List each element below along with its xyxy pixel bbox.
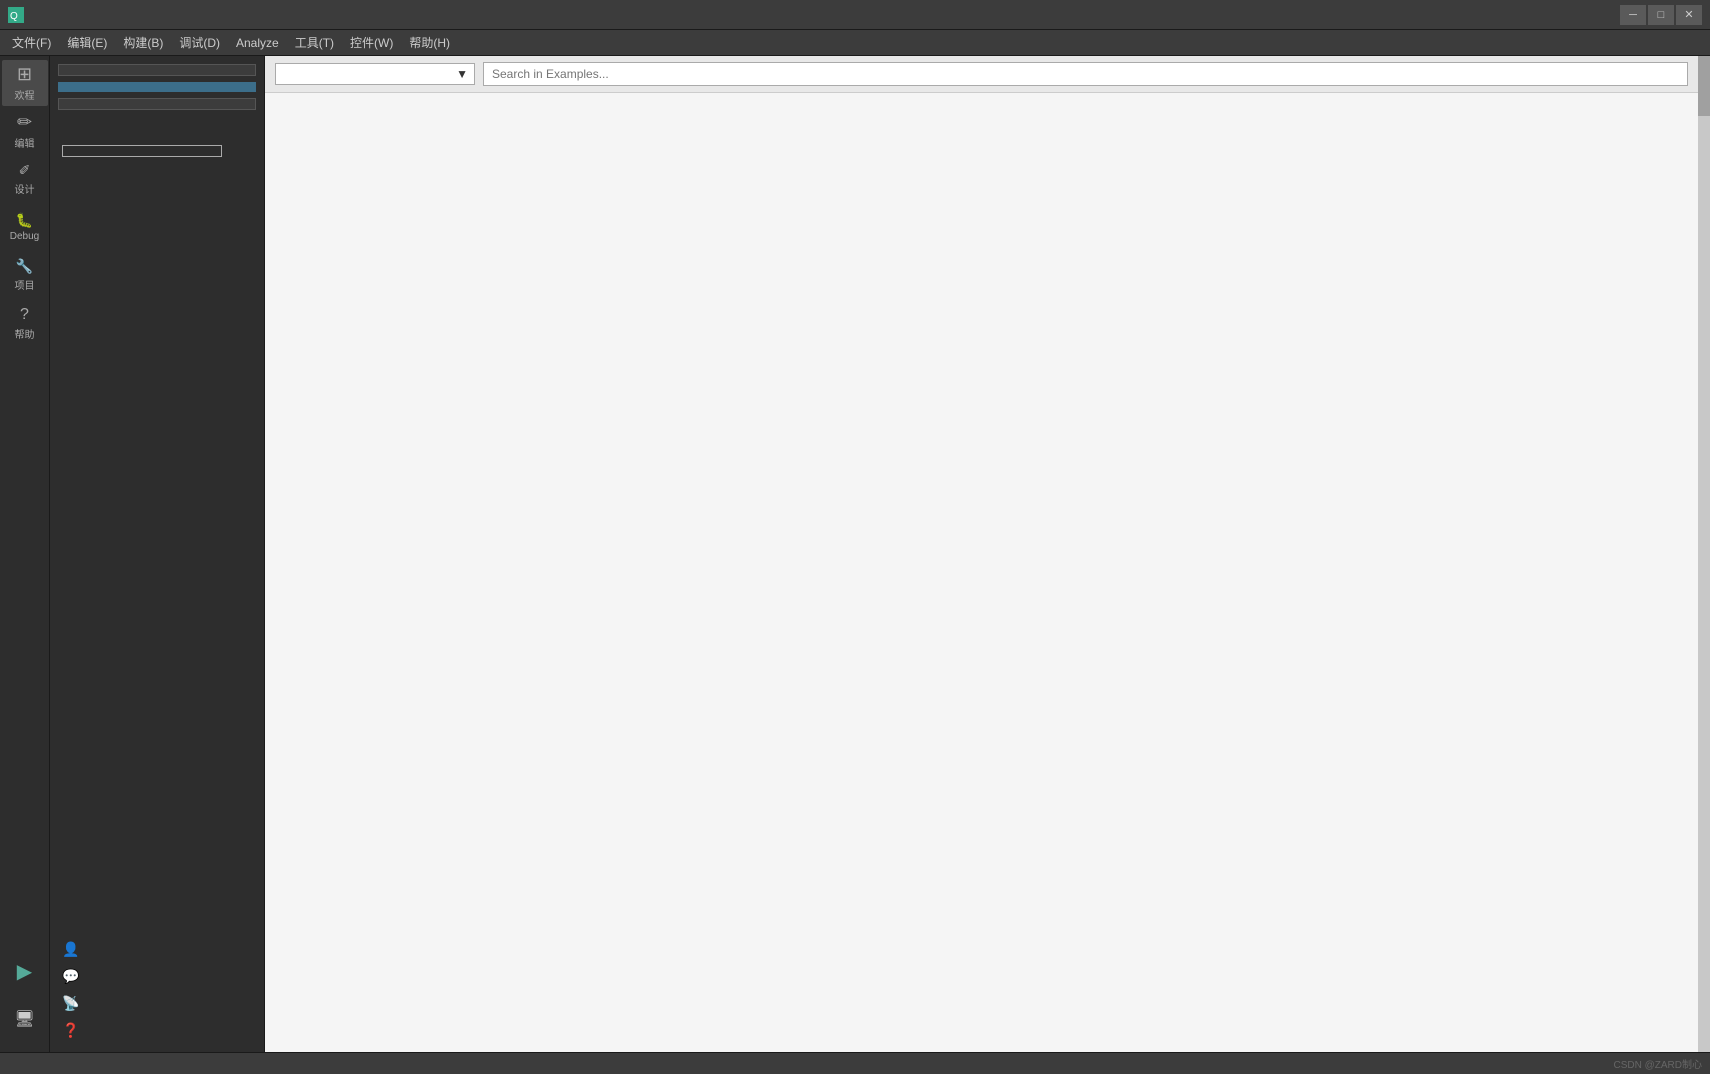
help-icon: ?: [20, 306, 29, 324]
sidebar-item-projects[interactable]: 🔧 项目: [2, 252, 48, 298]
qt-account-link[interactable]: 👤: [58, 936, 256, 963]
status-bar: CSDN @ZARD制心: [0, 1052, 1710, 1074]
app-icon: Q: [8, 7, 24, 23]
community-icon: 💬: [62, 968, 79, 985]
new-to-qt-section: [58, 128, 256, 157]
menu-build[interactable]: 构建(B): [115, 31, 171, 54]
sidebar-item-welcome[interactable]: ⊞ 欢程: [2, 60, 48, 106]
welcome-icon: ⊞: [17, 64, 32, 85]
user-guide-icon: ❓: [62, 1022, 79, 1039]
run-icon: ▶: [17, 959, 32, 984]
examples-section[interactable]: [58, 82, 256, 92]
edit-label: 编辑: [15, 135, 35, 150]
debug-icon: 🐛: [16, 212, 33, 229]
debug-label: Debug: [10, 231, 39, 242]
sidebar-item-debug[interactable]: 🐛 Debug: [2, 204, 48, 250]
blogs-icon: 📡: [62, 995, 79, 1012]
projects-label: 项目: [15, 277, 35, 292]
menu-controls[interactable]: 控件(W): [342, 31, 401, 54]
window-controls: ─ □ ✕: [1620, 5, 1702, 25]
sidebar-item-edit[interactable]: ✏ 编辑: [2, 108, 48, 154]
scrollbar-thumb[interactable]: [1698, 56, 1710, 116]
projects-button[interactable]: [58, 64, 256, 76]
sidebar-bottom: ▶ 🖥: [2, 948, 48, 1052]
content-topbar: ▼: [265, 56, 1698, 93]
titlebar: Q ─ □ ✕: [0, 0, 1710, 30]
left-panel: 👤 💬 📡 ❓: [50, 56, 265, 1052]
chevron-down-icon: ▼: [456, 67, 468, 81]
design-label: 设计: [15, 181, 35, 196]
menu-file[interactable]: 文件(F): [4, 31, 59, 54]
close-button[interactable]: ✕: [1676, 5, 1702, 25]
run-button[interactable]: ▶: [2, 948, 48, 994]
examples-grid: [265, 93, 1698, 1052]
qt-version-select[interactable]: ▼: [275, 63, 475, 85]
maximize-button[interactable]: □: [1648, 5, 1674, 25]
user-guide-link[interactable]: ❓: [58, 1017, 256, 1044]
main-layout: ⊞ 欢程 ✏ 编辑 ✐ 设计 🐛 Debug 🔧 项目 ? 帮助 ▶: [0, 56, 1710, 1052]
menu-debug[interactable]: 调试(D): [171, 31, 228, 54]
community-link[interactable]: 💬: [58, 963, 256, 990]
monitor-button[interactable]: 🖥: [2, 996, 48, 1042]
menubar: 文件(F) 编辑(E) 构建(B) 调试(D) Analyze 工具(T) 控件…: [0, 30, 1710, 56]
get-started-button[interactable]: [62, 145, 222, 157]
minimize-button[interactable]: ─: [1620, 5, 1646, 25]
qt-account-icon: 👤: [62, 941, 79, 958]
projects-icon: 🔧: [16, 258, 33, 275]
svg-text:Q: Q: [10, 11, 18, 22]
left-panel-bottom: 👤 💬 📡 ❓: [58, 936, 256, 1044]
help-label: 帮助: [15, 326, 35, 341]
content-area: ▼: [265, 56, 1698, 1052]
scrollbar-right[interactable]: [1698, 56, 1710, 1052]
blogs-link[interactable]: 📡: [58, 990, 256, 1017]
tutorials-section[interactable]: [58, 98, 256, 110]
edit-icon: ✏: [17, 112, 32, 133]
design-icon: ✐: [19, 162, 31, 179]
menu-help[interactable]: 帮助(H): [401, 31, 458, 54]
sidebar-item-help[interactable]: ? 帮助: [2, 300, 48, 346]
welcome-label: 欢程: [15, 87, 35, 102]
monitor-icon: 🖥: [14, 1009, 34, 1029]
menu-tools[interactable]: 工具(T): [287, 31, 342, 54]
menu-analyze[interactable]: Analyze: [228, 33, 287, 53]
search-input[interactable]: [483, 62, 1688, 86]
icon-sidebar: ⊞ 欢程 ✏ 编辑 ✐ 设计 🐛 Debug 🔧 项目 ? 帮助 ▶: [0, 56, 50, 1052]
attribution: CSDN @ZARD制心: [1614, 1056, 1703, 1071]
menu-edit[interactable]: 编辑(E): [59, 31, 115, 54]
sidebar-item-design[interactable]: ✐ 设计: [2, 156, 48, 202]
